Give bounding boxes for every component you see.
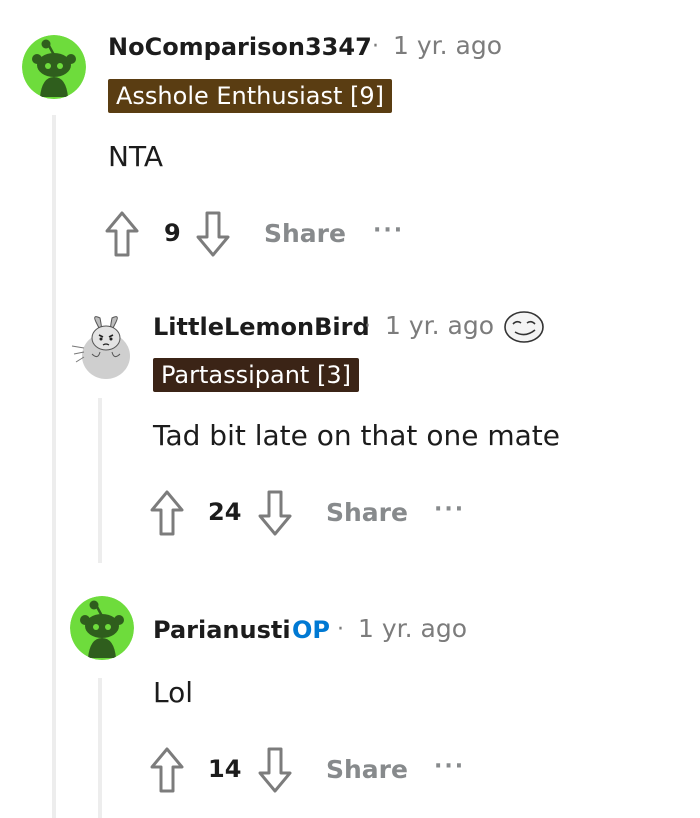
vote-count: 9 — [164, 219, 181, 247]
timestamp[interactable]: 1 yr. ago — [358, 614, 467, 643]
more-options-button[interactable]: ··· — [434, 754, 465, 779]
username[interactable]: LittleLemonBird — [153, 313, 370, 341]
thread-line-3[interactable] — [98, 678, 102, 818]
upvote-icon[interactable] — [150, 747, 184, 793]
separator: · — [364, 314, 371, 339]
comment-body: Tad bit late on that one mate — [153, 419, 560, 452]
share-button[interactable]: Share — [326, 755, 408, 784]
snoo-avatar-icon[interactable] — [22, 35, 86, 99]
timestamp[interactable]: 1 yr. ago — [393, 31, 502, 60]
snoo-avatar-icon[interactable] — [70, 596, 134, 660]
thread-line-1[interactable] — [52, 115, 56, 818]
downvote-icon[interactable] — [258, 747, 292, 793]
share-button[interactable]: Share — [326, 498, 408, 527]
bunny-avatar-icon[interactable] — [70, 314, 132, 380]
comment-body: Lol — [153, 676, 194, 709]
share-button[interactable]: Share — [264, 219, 346, 248]
separator: · — [337, 617, 344, 642]
comment-body: NTA — [108, 140, 164, 173]
sticker-award-icon[interactable] — [503, 310, 545, 344]
user-flair: Partassipant [3] — [153, 358, 359, 392]
separator: · — [372, 34, 379, 59]
user-flair: Asshole Enthusiast [9] — [108, 79, 393, 113]
downvote-icon[interactable] — [196, 211, 230, 257]
timestamp[interactable]: 1 yr. ago — [385, 311, 494, 340]
more-options-button[interactable]: ··· — [373, 218, 404, 243]
downvote-icon[interactable] — [258, 490, 292, 536]
more-options-button[interactable]: ··· — [434, 497, 465, 522]
vote-count: 24 — [208, 498, 242, 526]
op-badge: OP — [292, 616, 330, 644]
upvote-icon[interactable] — [105, 211, 139, 257]
thread-line-2[interactable] — [98, 398, 102, 563]
vote-count: 14 — [208, 755, 242, 783]
username[interactable]: Parianusti — [153, 616, 291, 644]
upvote-icon[interactable] — [150, 490, 184, 536]
username[interactable]: NoComparison3347 — [108, 33, 372, 61]
